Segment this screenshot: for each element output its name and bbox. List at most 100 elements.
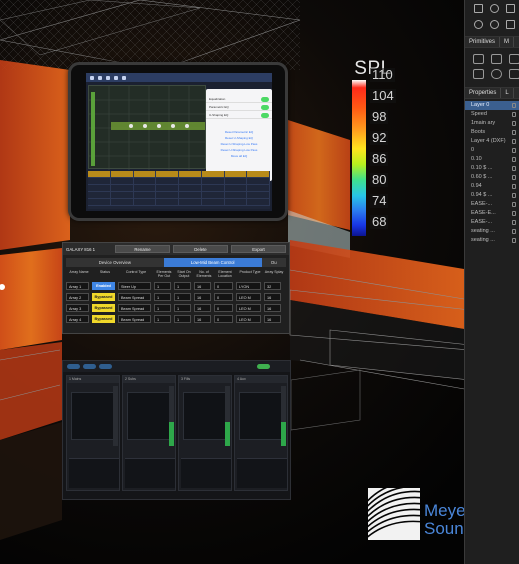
rotate-icon[interactable] bbox=[490, 4, 499, 13]
array-cell-loc[interactable]: 0 bbox=[214, 303, 233, 312]
lock-icon[interactable] bbox=[512, 229, 516, 234]
channel-strip[interactable]: 3 Fills bbox=[178, 375, 232, 491]
lock-icon[interactable] bbox=[512, 193, 516, 198]
wedge-icon[interactable] bbox=[509, 54, 519, 64]
zoom-out-icon[interactable] bbox=[490, 20, 499, 29]
layer-item[interactable]: Speed bbox=[465, 110, 519, 119]
lock-icon[interactable] bbox=[512, 238, 516, 243]
status-pill[interactable] bbox=[257, 364, 270, 369]
array-cell-name[interactable]: Array 4 bbox=[66, 314, 89, 323]
channel-strip[interactable]: 4 Aux bbox=[234, 375, 288, 491]
lock-icon[interactable] bbox=[512, 130, 516, 135]
array-cell-splay[interactable]: 16 bbox=[264, 314, 281, 323]
channel-strip[interactable]: 1 Mains bbox=[66, 375, 120, 491]
array-cell-control[interactable]: Beam Spread bbox=[118, 314, 151, 323]
array-cell-name[interactable]: Array 2 bbox=[66, 292, 89, 301]
layer-item[interactable]: 1main ary bbox=[465, 119, 519, 128]
box-icon[interactable] bbox=[491, 54, 502, 64]
coverage-pad[interactable] bbox=[71, 392, 115, 440]
tab-l[interactable]: L bbox=[501, 88, 514, 98]
mode-pill[interactable] bbox=[67, 364, 80, 369]
array-cell-start[interactable]: 1 bbox=[174, 281, 191, 290]
array-cell-control[interactable]: Steer Up bbox=[118, 281, 151, 290]
layer-item[interactable]: EASE-... bbox=[465, 218, 519, 227]
table-row[interactable] bbox=[88, 178, 270, 185]
status-badge[interactable]: Bypassed bbox=[92, 314, 115, 323]
layer-item[interactable]: Layer 4 (DXF) bbox=[465, 137, 519, 146]
toggle-switch[interactable] bbox=[261, 112, 269, 118]
array-cell-count[interactable]: 16 bbox=[194, 303, 211, 312]
lock-icon[interactable] bbox=[512, 166, 516, 171]
coverage-pad[interactable] bbox=[239, 392, 283, 440]
menu-toggle-row[interactable]: U-Shaping EQ bbox=[206, 111, 272, 119]
layer-item[interactable]: Boots bbox=[465, 128, 519, 137]
toggle-switch[interactable] bbox=[261, 96, 269, 102]
array-row[interactable]: Array 2 Bypassed Beam Spread 1 1 16 0 LEO M 16 bbox=[63, 291, 289, 302]
array-cell-splay[interactable]: 32 bbox=[264, 281, 281, 290]
array-cell-splay[interactable]: 16 bbox=[264, 303, 281, 312]
select-icon[interactable] bbox=[474, 4, 483, 13]
frame-icon[interactable] bbox=[473, 69, 484, 79]
array-cell-splay[interactable]: 16 bbox=[264, 292, 281, 301]
layer-item[interactable]: Layer 0 bbox=[465, 101, 519, 110]
layer-item[interactable]: 0.10 bbox=[465, 155, 519, 164]
array-cell-start[interactable]: 1 bbox=[174, 292, 191, 301]
delete-button[interactable]: Delete bbox=[173, 245, 228, 253]
lock-icon[interactable] bbox=[512, 175, 516, 180]
layer-item[interactable]: 0.94 bbox=[465, 182, 519, 191]
array-row[interactable]: Array 3 Bypassed Beam Spread 1 1 16 0 LEO M 16 bbox=[63, 302, 289, 313]
toggle-switch[interactable] bbox=[261, 104, 269, 110]
coverage-pad[interactable] bbox=[127, 392, 171, 440]
eq-graph[interactable] bbox=[88, 85, 207, 170]
toolbar-icon[interactable] bbox=[122, 75, 126, 80]
menu-toggle-row[interactable]: Equalization bbox=[206, 95, 272, 103]
fit-icon[interactable] bbox=[506, 20, 515, 29]
array-cell-product[interactable]: LEO M bbox=[236, 314, 261, 323]
lock-icon[interactable] bbox=[512, 220, 516, 225]
array-cell-start[interactable]: 1 bbox=[174, 314, 191, 323]
layer-item[interactable]: seating ... bbox=[465, 227, 519, 236]
array-cell-loc[interactable]: 0 bbox=[214, 292, 233, 301]
lock-icon[interactable] bbox=[512, 184, 516, 189]
lock-icon[interactable] bbox=[512, 121, 516, 126]
mode-pill[interactable] bbox=[83, 364, 96, 369]
lock-icon[interactable] bbox=[512, 103, 516, 108]
rectangle-icon[interactable] bbox=[473, 54, 484, 64]
ipad-toolbar[interactable] bbox=[86, 73, 272, 82]
array-cell-epo[interactable]: 1 bbox=[154, 303, 171, 312]
layer-item[interactable]: EASE-... bbox=[465, 200, 519, 209]
tab-properties[interactable]: Properties bbox=[465, 88, 502, 98]
layer-item[interactable]: 0.10 $ ... bbox=[465, 164, 519, 173]
array-cell-product[interactable]: LEO M bbox=[236, 303, 261, 312]
toolbar-icon[interactable] bbox=[114, 75, 118, 80]
array-cell-epo[interactable]: 1 bbox=[154, 281, 171, 290]
tab-output[interactable]: Ou bbox=[261, 258, 286, 267]
lock-icon[interactable] bbox=[512, 157, 516, 162]
tab-primitives[interactable]: Primitives bbox=[465, 37, 501, 47]
status-badge[interactable]: Bypassed bbox=[92, 303, 115, 312]
lock-icon[interactable] bbox=[512, 112, 516, 117]
array-row[interactable]: Array 4 Bypassed Beam Spread 1 1 16 0 LEO M 16 bbox=[63, 313, 289, 324]
table-row[interactable] bbox=[88, 192, 270, 199]
array-cell-product[interactable]: LEO M bbox=[236, 292, 261, 301]
lock-icon[interactable] bbox=[512, 211, 516, 216]
array-cell-count[interactable]: 16 bbox=[194, 314, 211, 323]
ellipse-icon[interactable] bbox=[491, 69, 502, 79]
status-badge[interactable]: Enabled bbox=[92, 281, 115, 290]
channel-strip[interactable]: 2 Subs bbox=[122, 375, 176, 491]
lock-icon[interactable] bbox=[512, 202, 516, 207]
layer-item[interactable]: EASE-E... bbox=[465, 209, 519, 218]
array-row[interactable]: Array 1 Enabled Steer Up 1 1 16 0 LYON 32 bbox=[63, 280, 289, 291]
mode-pill[interactable] bbox=[99, 364, 112, 369]
array-cell-epo[interactable]: 1 bbox=[154, 292, 171, 301]
toolbar-icon[interactable] bbox=[90, 75, 94, 80]
tab-device-overview[interactable]: Device Overview bbox=[66, 258, 164, 267]
layer-item[interactable]: 0 bbox=[465, 146, 519, 155]
rename-button[interactable]: Rename bbox=[115, 245, 170, 253]
array-cell-count[interactable]: 16 bbox=[194, 281, 211, 290]
menu-link[interactable]: Move all EQ bbox=[206, 153, 272, 159]
status-badge[interactable]: Bypassed bbox=[92, 292, 115, 301]
align-icon[interactable] bbox=[506, 4, 515, 13]
export-button[interactable]: Export bbox=[231, 245, 286, 253]
table-row[interactable] bbox=[88, 185, 270, 192]
